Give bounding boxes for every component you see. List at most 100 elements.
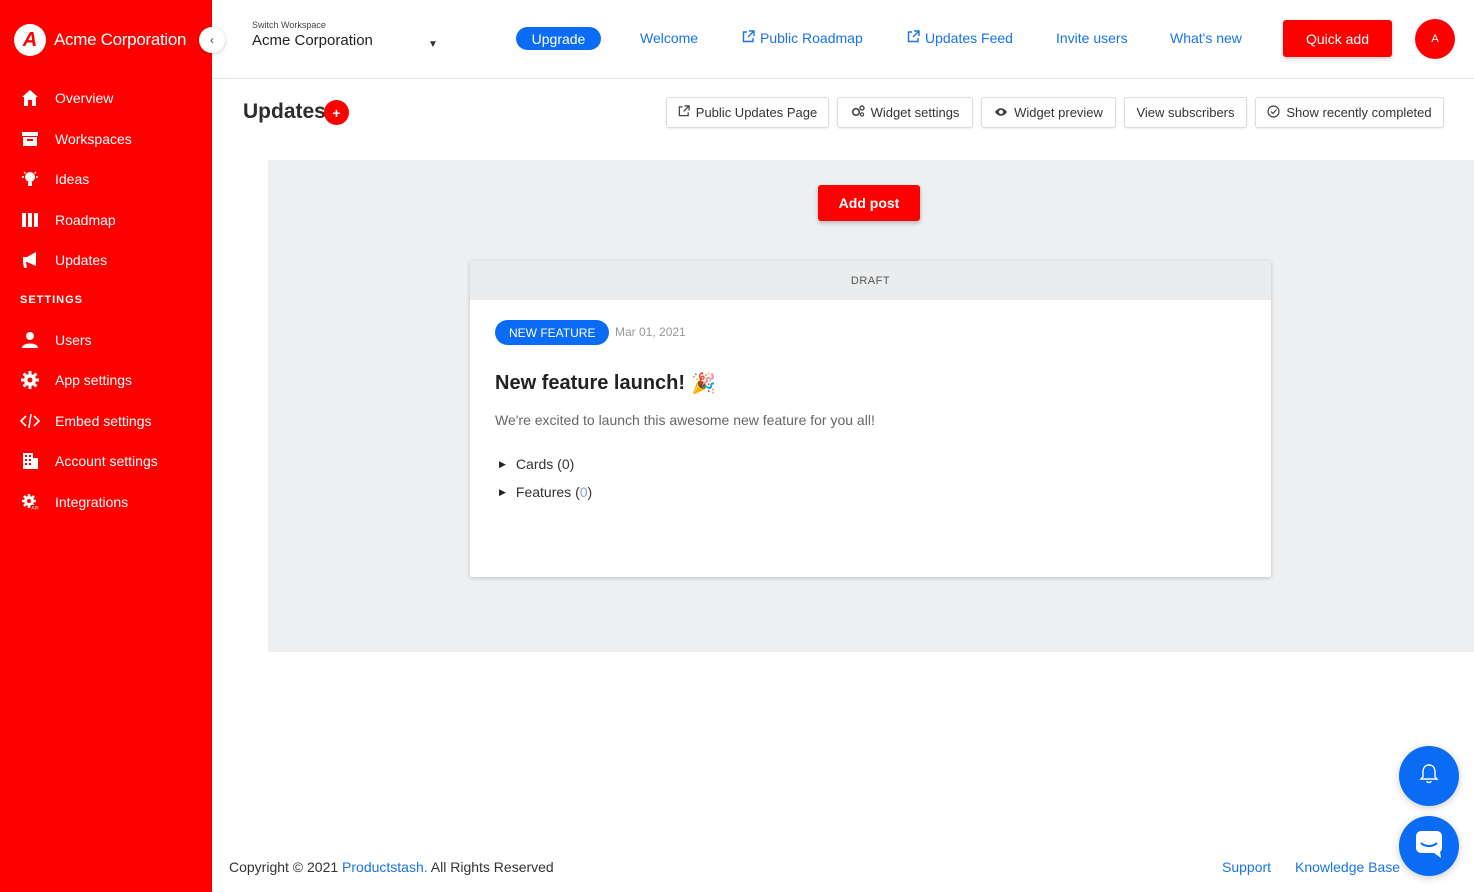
workspace-switcher-label: Switch Workspace bbox=[252, 20, 326, 30]
sidebar-item-updates[interactable]: Updates bbox=[0, 240, 212, 281]
widget-settings-button[interactable]: Widget settings bbox=[837, 97, 973, 128]
welcome-link[interactable]: Welcome bbox=[640, 30, 698, 46]
eye-icon bbox=[994, 105, 1008, 120]
chevron-left-icon: ‹ bbox=[210, 33, 214, 47]
check-circle-icon bbox=[1267, 104, 1280, 121]
sidebar-item-label: Users bbox=[55, 331, 92, 348]
sidebar-nav: Overview Workspaces Ideas Roadmap Update… bbox=[0, 78, 212, 522]
post-body: We're excited to launch this awesome new… bbox=[495, 412, 875, 428]
user-icon bbox=[20, 330, 40, 350]
settings-heading: SETTINGS bbox=[20, 294, 84, 306]
cards-label: Cards bbox=[515, 456, 554, 472]
cards-count: (0) bbox=[557, 456, 575, 472]
add-post-button[interactable]: Add post bbox=[818, 185, 920, 221]
external-link-icon bbox=[907, 30, 920, 46]
sidebar-item-app-settings[interactable]: App settings bbox=[0, 360, 212, 401]
brand[interactable]: A Acme Corporation bbox=[14, 24, 187, 56]
sidebar-item-ideas[interactable]: Ideas bbox=[0, 159, 212, 200]
features-expander[interactable]: ▶ Features (0) bbox=[499, 484, 592, 500]
features-count: 0 bbox=[579, 484, 588, 500]
add-update-plus-button[interactable]: + bbox=[324, 100, 349, 125]
sidebar-item-integrations[interactable]: API Integrations bbox=[0, 482, 212, 523]
external-link-icon bbox=[678, 105, 690, 120]
sidebar: A Acme Corporation Overview Workspaces I… bbox=[0, 0, 212, 892]
lightbulb-icon bbox=[20, 169, 40, 189]
sidebar-item-roadmap[interactable]: Roadmap bbox=[0, 200, 212, 241]
widget-settings-label: Widget settings bbox=[870, 105, 960, 120]
cards-expander-label: Cards (0) bbox=[516, 456, 574, 472]
workspace-switcher[interactable]: Switch Workspace Acme Corporation bbox=[252, 20, 373, 49]
public-updates-page-label: Public Updates Page bbox=[695, 105, 818, 120]
sidebar-item-workspaces[interactable]: Workspaces bbox=[0, 119, 212, 160]
updates-feed-label: Updates Feed bbox=[925, 30, 1013, 46]
post-date: Mar 01, 2021 bbox=[615, 325, 686, 339]
sidebar-item-label: Embed settings bbox=[55, 412, 152, 429]
updates-content: Add post DRAFT NEW FEATURE Mar 01, 2021 … bbox=[268, 160, 1474, 652]
archive-icon bbox=[20, 129, 40, 149]
sidebar-item-label: App settings bbox=[55, 372, 133, 389]
brand-logo: A bbox=[14, 24, 46, 56]
caret-right-icon: ▶ bbox=[499, 486, 506, 497]
topbar: Switch Workspace Acme Corporation ▼ Upgr… bbox=[212, 0, 1474, 79]
features-expander-label: Features (0) bbox=[516, 484, 592, 500]
collapse-sidebar-button[interactable]: ‹ bbox=[199, 27, 225, 53]
brand-name: Acme Corporation bbox=[54, 30, 187, 49]
cards-expander[interactable]: ▶ Cards (0) bbox=[499, 456, 574, 472]
features-label: Features bbox=[515, 484, 572, 500]
copyright: Copyright © 2021 Productstash. All Right… bbox=[229, 859, 554, 875]
invite-users-link[interactable]: Invite users bbox=[1056, 30, 1128, 46]
post-title: New feature launch! 🎉 bbox=[495, 371, 716, 396]
external-link-icon bbox=[742, 30, 755, 46]
cogs-icon bbox=[851, 105, 865, 120]
sidebar-item-label: Updates bbox=[55, 252, 108, 269]
knowledge-base-link[interactable]: Knowledge Base bbox=[1295, 859, 1400, 875]
features-count-close: ) bbox=[587, 484, 593, 500]
sidebar-item-users[interactable]: Users bbox=[0, 320, 212, 361]
api-gear-icon: API bbox=[20, 492, 40, 512]
svg-text:API: API bbox=[32, 505, 39, 511]
sidebar-item-label: Account settings bbox=[55, 453, 158, 470]
caret-down-icon[interactable]: ▼ bbox=[428, 39, 438, 50]
chat-messenger-button[interactable] bbox=[1399, 816, 1459, 876]
caret-right-icon: ▶ bbox=[499, 458, 506, 469]
sidebar-item-embed-settings[interactable]: Embed settings bbox=[0, 401, 212, 442]
support-link[interactable]: Support bbox=[1222, 859, 1271, 875]
copyright-prefix: Copyright © 2021 bbox=[229, 859, 339, 875]
sidebar-item-label: Roadmap bbox=[55, 211, 116, 228]
post-category-badge: NEW FEATURE bbox=[495, 320, 610, 345]
sidebar-item-label: Integrations bbox=[55, 493, 129, 510]
sidebar-item-label: Ideas bbox=[55, 171, 90, 188]
view-subscribers-label: View subscribers bbox=[1136, 105, 1235, 120]
show-recently-completed-label: Show recently completed bbox=[1286, 105, 1432, 120]
workspace-name: Acme Corporation bbox=[252, 32, 373, 49]
bell-icon bbox=[1419, 763, 1439, 790]
sidebar-item-label: Overview bbox=[55, 90, 114, 107]
sidebar-item-overview[interactable]: Overview bbox=[0, 78, 212, 119]
upgrade-button[interactable]: Upgrade bbox=[516, 27, 601, 50]
notifications-bell-button[interactable] bbox=[1399, 746, 1459, 806]
whats-new-link[interactable]: What's new bbox=[1170, 30, 1242, 46]
update-post-card[interactable]: DRAFT NEW FEATURE Mar 01, 2021 New featu… bbox=[470, 261, 1271, 577]
quick-add-button[interactable]: Quick add bbox=[1283, 20, 1392, 57]
post-status: DRAFT bbox=[470, 261, 1271, 300]
public-roadmap-label: Public Roadmap bbox=[760, 30, 863, 46]
productstash-link[interactable]: Productstash. bbox=[342, 859, 428, 875]
public-roadmap-link[interactable]: Public Roadmap bbox=[742, 30, 863, 46]
chat-icon bbox=[1414, 829, 1444, 864]
avatar[interactable]: A bbox=[1415, 19, 1455, 59]
updates-feed-link[interactable]: Updates Feed bbox=[907, 30, 1013, 46]
page-title: Updates bbox=[243, 100, 326, 123]
widget-preview-button[interactable]: Widget preview bbox=[981, 97, 1116, 128]
gear-icon bbox=[20, 370, 40, 390]
public-updates-page-button[interactable]: Public Updates Page bbox=[666, 97, 829, 128]
show-recently-completed-button[interactable]: Show recently completed bbox=[1255, 97, 1444, 128]
party-popper-icon: 🎉 bbox=[691, 373, 716, 395]
home-icon bbox=[20, 88, 40, 108]
megaphone-icon bbox=[20, 250, 40, 270]
widget-preview-label: Widget preview bbox=[1014, 105, 1103, 120]
sidebar-item-account-settings[interactable]: Account settings bbox=[0, 441, 212, 482]
post-title-text: New feature launch! bbox=[495, 372, 686, 394]
view-subscribers-button[interactable]: View subscribers bbox=[1124, 97, 1247, 128]
sidebar-item-label: Workspaces bbox=[55, 130, 132, 147]
copyright-rights: All Rights Reserved bbox=[430, 859, 554, 875]
